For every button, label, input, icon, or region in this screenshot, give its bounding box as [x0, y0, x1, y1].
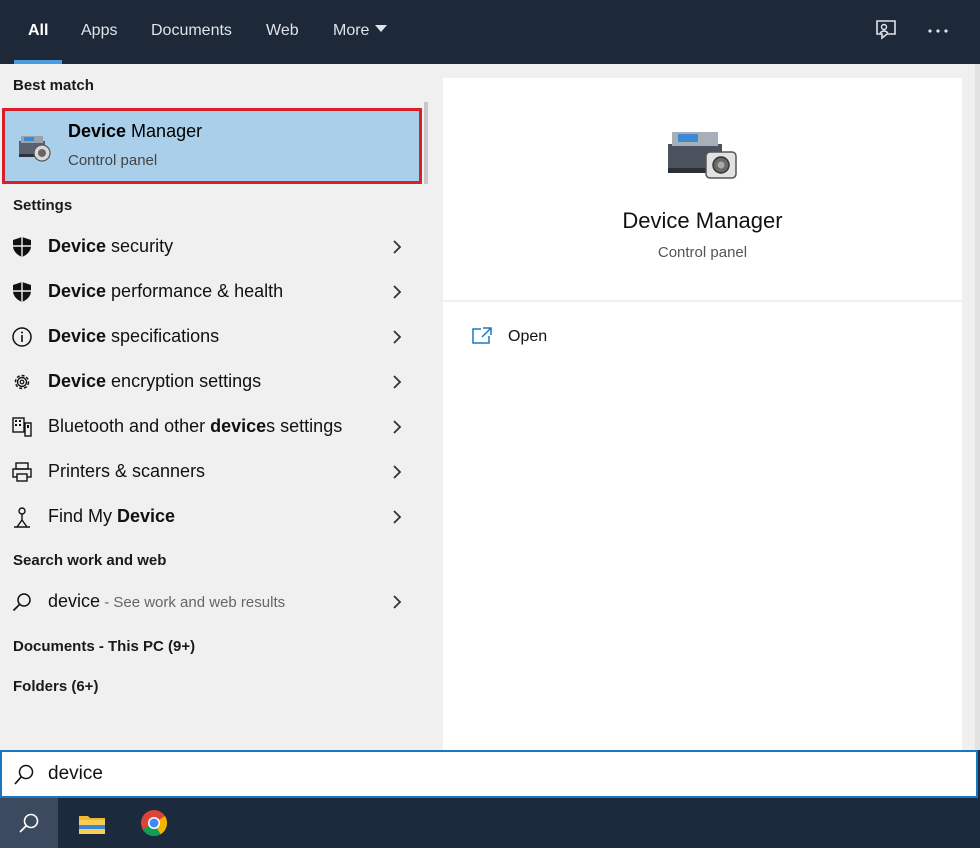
settings-item-label: Device specifications — [48, 326, 220, 346]
settings-item-label: Device performance & health — [48, 281, 284, 301]
tab-documents-label: Documents — [151, 22, 232, 39]
open-label: Open — [508, 328, 548, 345]
taskbar-search-button[interactable] — [0, 798, 58, 848]
printer-icon — [12, 462, 32, 482]
section-search-web: Search work and web — [13, 552, 167, 569]
settings-item-device-specifications[interactable]: Device specifications — [0, 315, 428, 360]
tab-apps-label: Apps — [81, 22, 118, 39]
settings-item-printers-scanners[interactable]: Printers & scanners — [0, 450, 428, 495]
caret-down-icon — [375, 25, 388, 32]
preview-title: Device Manager — [622, 208, 783, 233]
device-manager-icon — [19, 136, 51, 162]
settings-item-bluetooth-devices[interactable]: Bluetooth and other devices settings — [0, 405, 428, 450]
settings-item-device-encryption[interactable]: Device encryption settings — [0, 360, 428, 405]
chevron-right-icon[interactable] — [390, 509, 404, 525]
chevron-right-icon[interactable] — [390, 464, 404, 480]
best-match-title: Device Manager — [68, 121, 202, 142]
search-icon — [12, 593, 31, 612]
tab-documents[interactable]: Documents — [151, 0, 232, 64]
section-settings: Settings — [13, 197, 73, 214]
tab-web[interactable]: Web — [266, 0, 299, 64]
web-search-hint: - See work and web results — [100, 594, 286, 611]
chevron-right-icon[interactable] — [390, 284, 404, 300]
keyboard-devices-icon — [12, 417, 32, 437]
results-list: Best match Device Manager Control panel … — [0, 64, 428, 750]
preview-pane: Device Manager Control panel Open — [428, 64, 980, 750]
tab-web-label: Web — [266, 22, 299, 39]
settings-item-device-performance[interactable]: Device performance & health — [0, 270, 428, 315]
best-match-subtitle: Control panel — [68, 152, 158, 169]
search-box — [0, 750, 978, 798]
preview-scrollbar[interactable] — [975, 64, 980, 750]
best-match-title-rest: Manager — [126, 121, 203, 141]
chrome-icon[interactable] — [139, 808, 169, 838]
taskbar — [0, 798, 980, 848]
search-icon — [14, 764, 34, 785]
chevron-right-icon[interactable] — [390, 419, 404, 435]
shield-icon — [13, 237, 31, 257]
settings-item-find-my-device[interactable]: Find My Device — [0, 495, 428, 540]
file-explorer-icon[interactable] — [77, 808, 107, 838]
person-location-icon — [14, 507, 30, 528]
tab-apps[interactable]: Apps — [81, 0, 117, 64]
settings-item-label: Bluetooth and other devices settings — [48, 416, 343, 436]
web-search-label: device - See work and web results — [48, 591, 285, 612]
device-manager-icon — [668, 132, 737, 179]
more-options-icon[interactable] — [925, 18, 951, 44]
info-icon — [12, 327, 32, 347]
web-search-query: device — [48, 591, 101, 611]
preview-actions: Open — [443, 302, 962, 750]
chevron-right-icon[interactable] — [390, 594, 404, 610]
feedback-icon[interactable] — [873, 18, 899, 44]
section-documents[interactable]: Documents - This PC (9+) — [13, 638, 195, 655]
shield-icon — [13, 282, 31, 302]
search-filter-bar: All Apps Documents Web More — [0, 0, 980, 64]
search-input[interactable] — [48, 760, 928, 788]
search-icon — [19, 813, 39, 833]
settings-item-device-security[interactable]: Device security — [0, 225, 428, 270]
settings-item-label: Device security — [48, 236, 174, 256]
chevron-right-icon[interactable] — [390, 374, 404, 390]
tab-all[interactable]: All — [13, 0, 64, 64]
section-best-match: Best match — [13, 77, 94, 94]
tab-more-label: More — [333, 22, 370, 39]
chevron-right-icon[interactable] — [390, 239, 404, 255]
open-external-icon — [472, 327, 492, 344]
settings-item-label: Find My Device — [48, 506, 176, 526]
preview-subtitle: Control panel — [657, 244, 748, 261]
chevron-right-icon[interactable] — [390, 329, 404, 345]
tab-more[interactable]: More — [333, 0, 388, 64]
best-match-device-manager[interactable]: Device Manager Control panel — [2, 108, 422, 184]
web-search-result[interactable]: device - See work and web results — [0, 580, 428, 625]
preview-header: Device Manager Control panel — [443, 78, 962, 300]
settings-item-label: Device encryption settings — [48, 371, 262, 391]
settings-item-label: Printers & scanners — [48, 461, 206, 481]
tab-all-label: All — [28, 22, 49, 39]
gear-icon — [14, 374, 30, 390]
best-match-title-bold: Device — [68, 121, 127, 141]
section-folders[interactable]: Folders (6+) — [13, 678, 98, 695]
